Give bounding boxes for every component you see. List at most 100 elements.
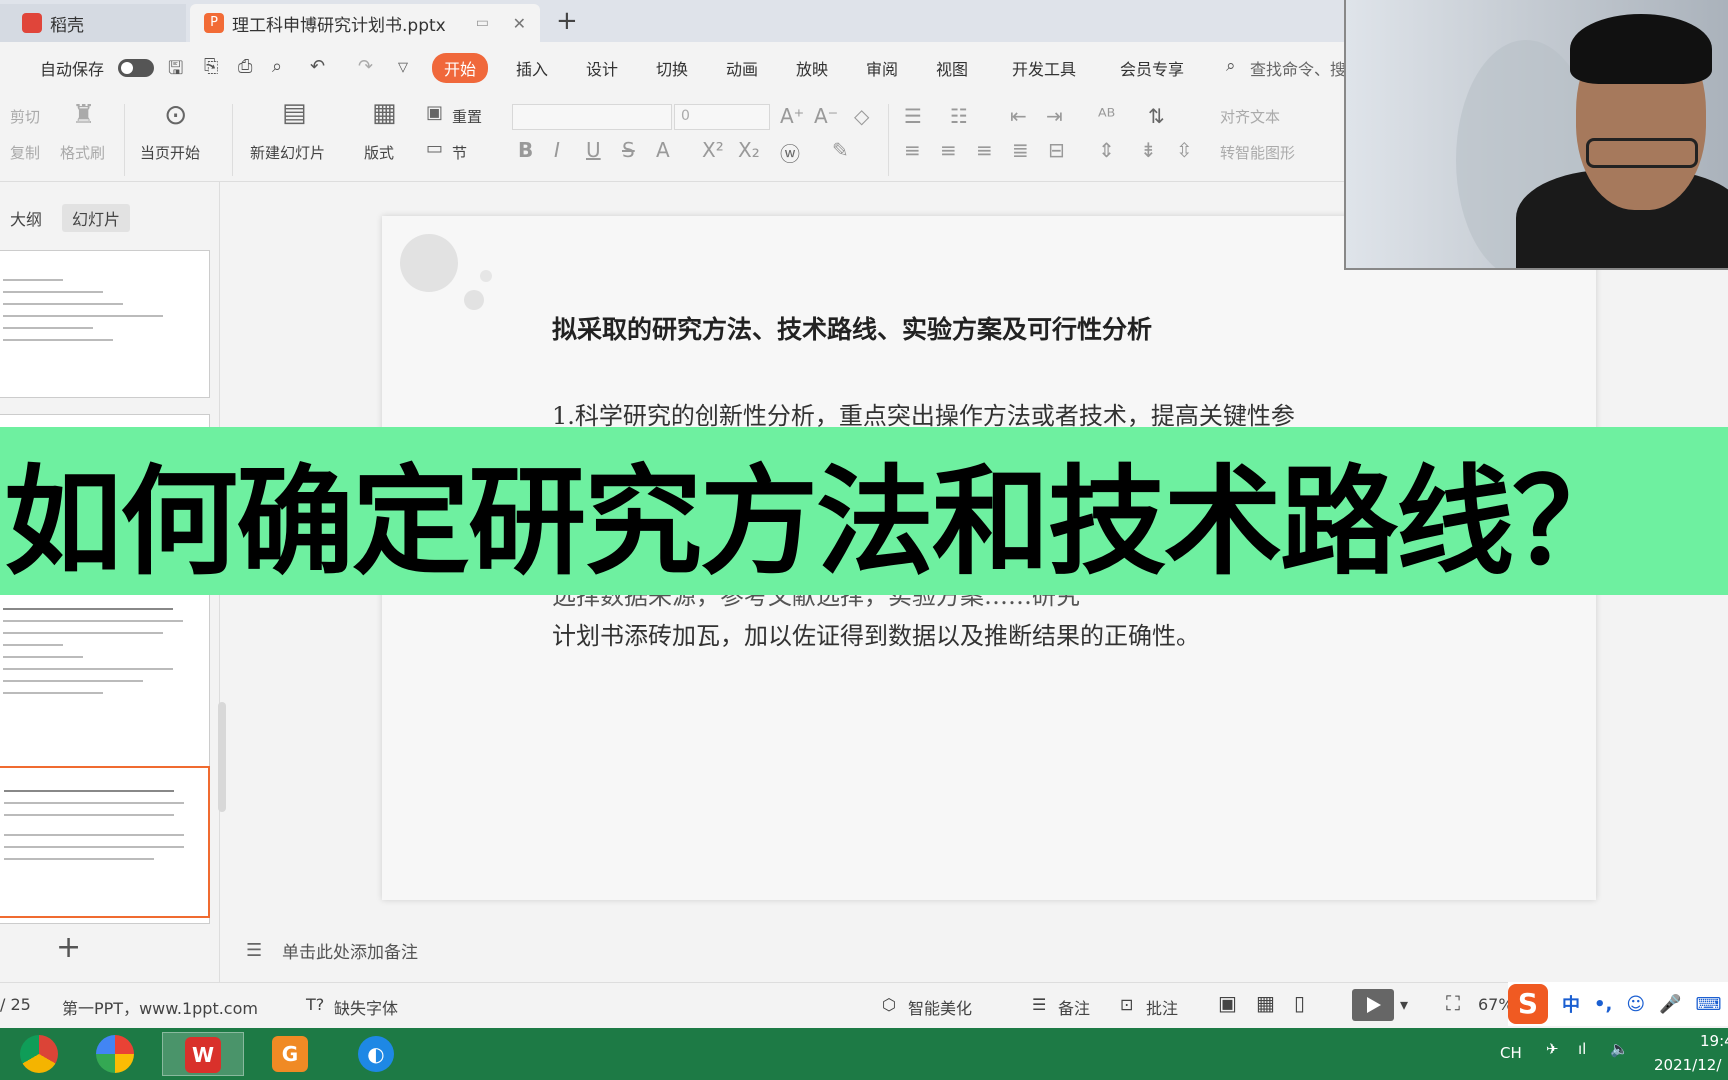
notes-placeholder[interactable]: 单击此处添加备注 — [282, 938, 418, 963]
ime-toolbar[interactable]: S 中 •, ☺ 🎤 ⌨ — [1508, 982, 1728, 1026]
subscript-icon[interactable]: X₂ — [738, 138, 760, 162]
taskbar-app[interactable]: ◐ — [336, 1032, 418, 1076]
outdent-icon[interactable]: ⇤ — [1010, 104, 1027, 128]
section-button[interactable]: 节 — [452, 142, 467, 163]
tab-document[interactable]: P 理工科申博研究计划书.pptx ▭ ✕ — [190, 4, 540, 42]
menu-animation[interactable]: 动画 — [726, 56, 758, 80]
align-left-icon[interactable]: ≡ — [904, 138, 921, 162]
italic-icon[interactable]: I — [554, 138, 560, 162]
redo-icon[interactable]: ↷ — [358, 56, 373, 77]
voice-icon[interactable]: 🎤 — [1659, 994, 1681, 1015]
close-icon[interactable]: ✕ — [513, 14, 526, 33]
highlight-icon[interactable]: ✎ — [832, 138, 849, 162]
play-options-icon[interactable]: ▾ — [1400, 995, 1408, 1014]
play-slideshow-button[interactable] — [1352, 989, 1394, 1021]
language-indicator[interactable]: CH — [1500, 1044, 1522, 1062]
phonetic-icon[interactable]: ⓦ — [780, 138, 800, 167]
network-icon[interactable]: ✈ — [1546, 1040, 1559, 1058]
superscript-icon[interactable]: X² — [702, 138, 724, 162]
new-slide-button[interactable]: 新建幻灯片 — [250, 142, 325, 163]
panel-scrollbar[interactable] — [218, 702, 226, 812]
add-slide-icon[interactable]: + — [56, 930, 81, 965]
export-icon[interactable]: ⎘ — [204, 56, 218, 77]
chevron-down-icon[interactable]: ▽ — [398, 60, 408, 75]
smart-art-button[interactable]: 转智能图形 — [1220, 142, 1295, 163]
justify-icon[interactable]: ≣ — [1012, 138, 1029, 162]
layout-button[interactable]: 版式 — [364, 142, 394, 163]
menu-view[interactable]: 视图 — [936, 56, 968, 80]
preview-icon[interactable]: ⌕ — [272, 56, 282, 77]
clear-format-icon[interactable]: ◇ — [854, 104, 869, 128]
font-size-select[interactable]: 0 — [674, 104, 770, 130]
missing-font-button[interactable]: 缺失字体 — [334, 995, 398, 1019]
daoke-icon — [22, 13, 42, 33]
command-search[interactable]: 查找命令、搜 — [1250, 56, 1346, 80]
numbered-list-icon[interactable]: ☷ — [950, 104, 968, 128]
spacing-icon[interactable]: ⇳ — [1176, 138, 1193, 162]
tab-slides[interactable]: 幻灯片 — [62, 204, 131, 232]
align-center-icon[interactable]: ≡ — [940, 138, 957, 162]
notes-button[interactable]: 备注 — [1058, 995, 1090, 1019]
menu-insert[interactable]: 插入 — [516, 56, 548, 80]
reading-view-icon[interactable]: ▯ — [1294, 991, 1305, 1015]
slide-paragraph[interactable]: 计划书添砖加瓦，加以佐证得到数据以及推断结果的正确性。 — [552, 616, 1200, 651]
save-icon[interactable]: 🖫 — [168, 56, 183, 86]
taskbar-chrome[interactable] — [0, 1032, 82, 1076]
align-text-button[interactable]: 对齐文本 — [1220, 106, 1280, 127]
ime-mode[interactable]: 中 — [1562, 991, 1580, 1017]
menu-home[interactable]: 开始 — [432, 53, 489, 83]
font-family-select[interactable] — [512, 104, 672, 130]
normal-view-icon[interactable]: ▣ — [1218, 991, 1237, 1015]
font-color-icon[interactable]: A — [656, 138, 670, 162]
punctuation-icon[interactable]: •, — [1594, 994, 1612, 1015]
volume-icon[interactable]: 🔈 — [1610, 1040, 1629, 1058]
line-spacing-icon[interactable]: ⇅ — [1148, 104, 1165, 128]
taskbar-wps[interactable]: W — [162, 1032, 244, 1076]
shrink-font-icon[interactable]: A⁻ — [814, 104, 838, 128]
align-right-icon[interactable]: ≡ — [976, 138, 993, 162]
distribute-icon[interactable]: ⊟ — [1048, 138, 1065, 162]
search-icon[interactable]: ⌕ — [1226, 56, 1236, 76]
paragraph-spacing-icon[interactable]: ⇕ — [1098, 138, 1115, 162]
autosave-toggle[interactable] — [118, 59, 154, 77]
keyboard-icon[interactable]: ⌨ — [1696, 994, 1722, 1015]
menu-review[interactable]: 审阅 — [866, 56, 898, 80]
bold-icon[interactable]: B — [518, 138, 533, 162]
fit-icon[interactable]: ⛶ — [1446, 991, 1460, 1015]
taskbar-browser[interactable] — [76, 1032, 158, 1076]
clock-date[interactable]: 2021/12/ — [1654, 1056, 1721, 1074]
underline-icon[interactable]: U — [586, 138, 601, 162]
emoji-icon[interactable]: ☺ — [1626, 994, 1645, 1015]
slide-thumbnail-current[interactable] — [0, 766, 210, 918]
menu-developer[interactable]: 开发工具 — [1012, 56, 1076, 80]
cut-button[interactable]: 剪切 — [10, 106, 40, 127]
column-icon[interactable]: ⇟ — [1140, 138, 1157, 162]
menu-transition[interactable]: 切换 — [656, 56, 688, 80]
add-tab-icon[interactable]: + — [556, 6, 578, 36]
reset-button[interactable]: 重置 — [452, 106, 482, 127]
play-from-current-button[interactable]: 当页开始 — [140, 142, 200, 163]
tab-outline[interactable]: 大纲 — [0, 204, 52, 232]
menu-slideshow[interactable]: 放映 — [796, 56, 828, 80]
taskbar-pdf[interactable]: G — [250, 1032, 332, 1076]
slide-title[interactable]: 拟采取的研究方法、技术路线、实验方案及可行性分析 — [552, 310, 1152, 346]
menu-design[interactable]: 设计 — [586, 56, 618, 80]
tab-daoke[interactable]: 稻壳 — [0, 4, 186, 42]
menu-member[interactable]: 会员专享 — [1120, 56, 1184, 80]
format-painter-button[interactable]: 格式刷 — [60, 142, 105, 163]
print-icon[interactable]: ⎙ — [238, 56, 252, 77]
signal-icon[interactable]: ıl — [1578, 1040, 1586, 1058]
indent-icon[interactable]: ⇥ — [1046, 104, 1063, 128]
undo-icon[interactable]: ↶ — [310, 56, 325, 77]
bullet-list-icon[interactable]: ☰ — [904, 104, 922, 128]
clock-time[interactable]: 19:4 — [1700, 1032, 1728, 1050]
copy-button[interactable]: 复制 — [10, 142, 40, 163]
grow-font-icon[interactable]: A⁺ — [780, 104, 804, 128]
comment-button[interactable]: 批注 — [1146, 995, 1178, 1019]
slide-thumbnail[interactable] — [0, 250, 210, 398]
sorter-view-icon[interactable]: ▦ — [1256, 991, 1275, 1015]
strikethrough-icon[interactable]: S — [622, 138, 635, 162]
text-direction-icon[interactable]: ᴬᴮ — [1098, 104, 1115, 128]
window-icon[interactable]: ▭ — [476, 15, 489, 31]
beautify-button[interactable]: 智能美化 — [908, 995, 972, 1019]
